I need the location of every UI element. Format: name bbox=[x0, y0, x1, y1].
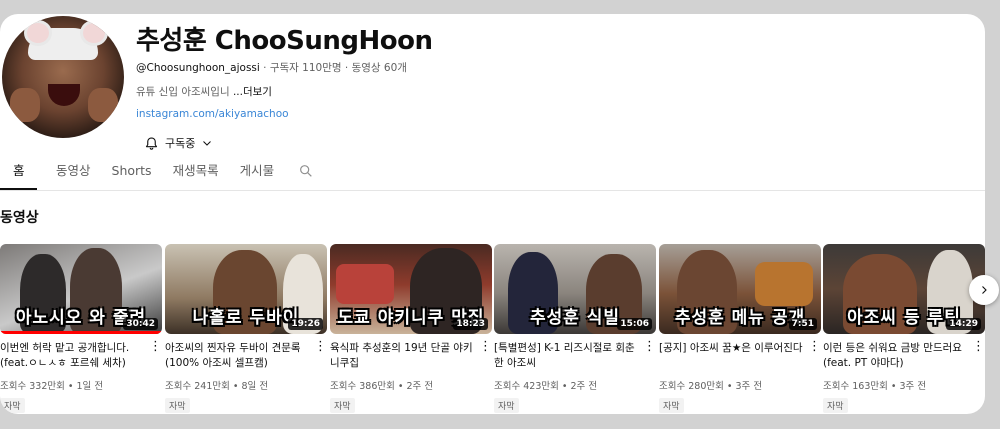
video-title[interactable]: [공지] 아조씨 꿈★은 이루어진다 bbox=[659, 341, 809, 371]
avatar-mouth bbox=[48, 84, 80, 106]
channel-description: 유튜 신입 아조씨입니 ...더보기 bbox=[136, 84, 272, 99]
search-icon[interactable] bbox=[298, 163, 314, 183]
video-card[interactable]: 나홀로 두바이 19:26 아조씨의 찐자유 두바이 견문록 (100% 아조씨… bbox=[165, 244, 327, 413]
watch-progress-bar bbox=[0, 331, 162, 334]
more-vert-icon[interactable]: ⋮ bbox=[643, 340, 656, 353]
tab-videos[interactable]: 동영상 bbox=[56, 162, 91, 190]
video-thumbnail[interactable]: 추성훈 식빌 15:06 bbox=[494, 244, 656, 334]
avatar-ear-left bbox=[24, 20, 52, 46]
video-card[interactable]: 추성훈 식빌 15:06 [특별편성] K-1 리즈시절로 회춘한 아조씨 ⋮ … bbox=[494, 244, 656, 413]
tab-shorts[interactable]: Shorts bbox=[112, 162, 152, 190]
meta-separator: · bbox=[263, 62, 267, 74]
video-stats: 조회수 423만회 • 2주 전 bbox=[494, 381, 598, 392]
view-count: 조회수 386만회 bbox=[330, 381, 395, 392]
caption-badge: 자막 bbox=[0, 398, 25, 413]
view-count: 조회수 423만회 bbox=[494, 381, 559, 392]
avatar-fist-right bbox=[88, 88, 118, 122]
video-stats: 조회수 241만회 • 8일 전 bbox=[165, 381, 269, 392]
meta-separator: · bbox=[344, 62, 349, 74]
channel-tabs: 홈 동영상 Shorts 재생목록 게시물 bbox=[0, 162, 314, 190]
video-card[interactable]: 아노시오 와 줄려 30:42 이번엔 허락 맡고 공개합니다. (feat.ㅇ… bbox=[0, 244, 162, 413]
caption-badge: 자막 bbox=[659, 398, 684, 413]
video-thumbnail[interactable]: 도쿄 야키니쿠 맛집 18:23 bbox=[330, 244, 492, 334]
thumbnail-food bbox=[755, 262, 813, 306]
duration-badge: 30:42 bbox=[123, 318, 158, 330]
section-title: 동영상 bbox=[0, 210, 39, 226]
video-shelf: 아노시오 와 줄려 30:42 이번엔 허락 맡고 공개합니다. (feat.ㅇ… bbox=[0, 244, 985, 414]
video-stats: 조회수 163만회 • 3주 전 bbox=[823, 381, 927, 392]
video-stats: 조회수 386만회 • 2주 전 bbox=[330, 381, 434, 392]
channel-link[interactable]: instagram.com/akiyamachoo bbox=[136, 108, 289, 120]
caption-badge: 자막 bbox=[165, 398, 190, 413]
more-vert-icon[interactable]: ⋮ bbox=[479, 340, 492, 353]
duration-badge: 7:51 bbox=[788, 318, 817, 330]
video-card[interactable]: 아조씨 등 루틴 14:29 이런 등은 쉬워요 금방 만드러요 (feat. … bbox=[823, 244, 985, 413]
tabs-divider bbox=[0, 190, 985, 191]
video-thumbnail[interactable]: 아노시오 와 줄려 30:42 bbox=[0, 244, 162, 334]
subscribed-label: 구독중 bbox=[165, 137, 196, 150]
upload-age: 3주 전 bbox=[899, 381, 927, 392]
upload-age: 1일 전 bbox=[76, 381, 104, 392]
view-count: 조회수 280만회 bbox=[659, 381, 724, 392]
caption-badge: 자막 bbox=[330, 398, 355, 413]
video-stats: 조회수 280만회 • 3주 전 bbox=[659, 381, 763, 392]
subscribed-button[interactable]: 구독중 bbox=[144, 132, 213, 154]
channel-name: 추성훈 ChooSungHoon bbox=[136, 26, 433, 56]
channel-meta: @Choosunghoon_ajossi · 구독자 110만명 · 동영상 6… bbox=[136, 60, 407, 75]
tab-posts[interactable]: 게시물 bbox=[240, 162, 275, 190]
shelf-next-button[interactable] bbox=[969, 275, 999, 305]
video-thumbnail[interactable]: 추성훈 메뉴 공개 7:51 bbox=[659, 244, 821, 334]
tab-home[interactable]: 홈 bbox=[0, 162, 37, 190]
view-count: 조회수 332만회 bbox=[0, 381, 65, 392]
video-thumbnail[interactable]: 아조씨 등 루틴 14:29 bbox=[823, 244, 985, 334]
avatar-fist-left bbox=[10, 88, 40, 122]
caption-badge: 자막 bbox=[494, 398, 519, 413]
more-vert-icon[interactable]: ⋮ bbox=[972, 340, 985, 353]
chevron-right-icon bbox=[978, 281, 990, 300]
duration-badge: 14:29 bbox=[946, 318, 981, 330]
video-title[interactable]: 아조씨의 찐자유 두바이 견문록 (100% 아조씨 셀프캠) bbox=[165, 341, 315, 371]
avatar-ear-right bbox=[80, 20, 108, 46]
video-thumbnail[interactable]: 나홀로 두바이 19:26 bbox=[165, 244, 327, 334]
description-text: 유튜 신입 아조씨입니 bbox=[136, 86, 230, 98]
video-title[interactable]: 이런 등은 쉬워요 금방 만드러요 (feat. PT 야마다) bbox=[823, 341, 973, 371]
view-count: 조회수 163만회 bbox=[823, 381, 888, 392]
chevron-down-icon bbox=[201, 137, 213, 149]
video-card[interactable]: 도쿄 야키니쿠 맛집 18:23 육식파 추성훈의 19년 단골 야키니쿠집 ⋮… bbox=[330, 244, 492, 413]
channel-page: 추성훈 ChooSungHoon @Choosunghoon_ajossi · … bbox=[0, 14, 985, 414]
more-vert-icon[interactable]: ⋮ bbox=[808, 340, 821, 353]
video-stats: 조회수 332만회 • 1일 전 bbox=[0, 381, 104, 392]
duration-badge: 18:23 bbox=[453, 318, 488, 330]
video-title[interactable]: [특별편성] K-1 리즈시절로 회춘한 아조씨 bbox=[494, 341, 644, 371]
video-card[interactable]: 추성훈 메뉴 공개 7:51 [공지] 아조씨 꿈★은 이루어진다 ⋮ 조회수 … bbox=[659, 244, 821, 413]
thumbnail-meat bbox=[336, 264, 394, 304]
caption-badge: 자막 bbox=[823, 398, 848, 413]
video-title[interactable]: 이번엔 허락 맡고 공개합니다. (feat.ㅇㄴㅅㅎ 포르쉐 세차) bbox=[0, 341, 150, 371]
bell-icon bbox=[144, 136, 159, 151]
video-count: 동영상 60개 bbox=[351, 62, 407, 74]
upload-age: 2주 전 bbox=[570, 381, 598, 392]
more-vert-icon[interactable]: ⋮ bbox=[149, 340, 162, 353]
channel-avatar[interactable] bbox=[2, 16, 124, 138]
video-title[interactable]: 육식파 추성훈의 19년 단골 야키니쿠집 bbox=[330, 341, 480, 371]
duration-badge: 15:06 bbox=[617, 318, 652, 330]
subscriber-count: 구독자 110만명 bbox=[269, 62, 342, 74]
upload-age: 2주 전 bbox=[406, 381, 434, 392]
channel-handle: @Choosunghoon_ajossi bbox=[136, 62, 260, 74]
more-link[interactable]: ...더보기 bbox=[233, 86, 272, 98]
duration-badge: 19:26 bbox=[288, 318, 323, 330]
view-count: 조회수 241만회 bbox=[165, 381, 230, 392]
upload-age: 3주 전 bbox=[735, 381, 763, 392]
upload-age: 8일 전 bbox=[241, 381, 269, 392]
more-vert-icon[interactable]: ⋮ bbox=[314, 340, 327, 353]
tab-playlists[interactable]: 재생목록 bbox=[173, 162, 219, 190]
